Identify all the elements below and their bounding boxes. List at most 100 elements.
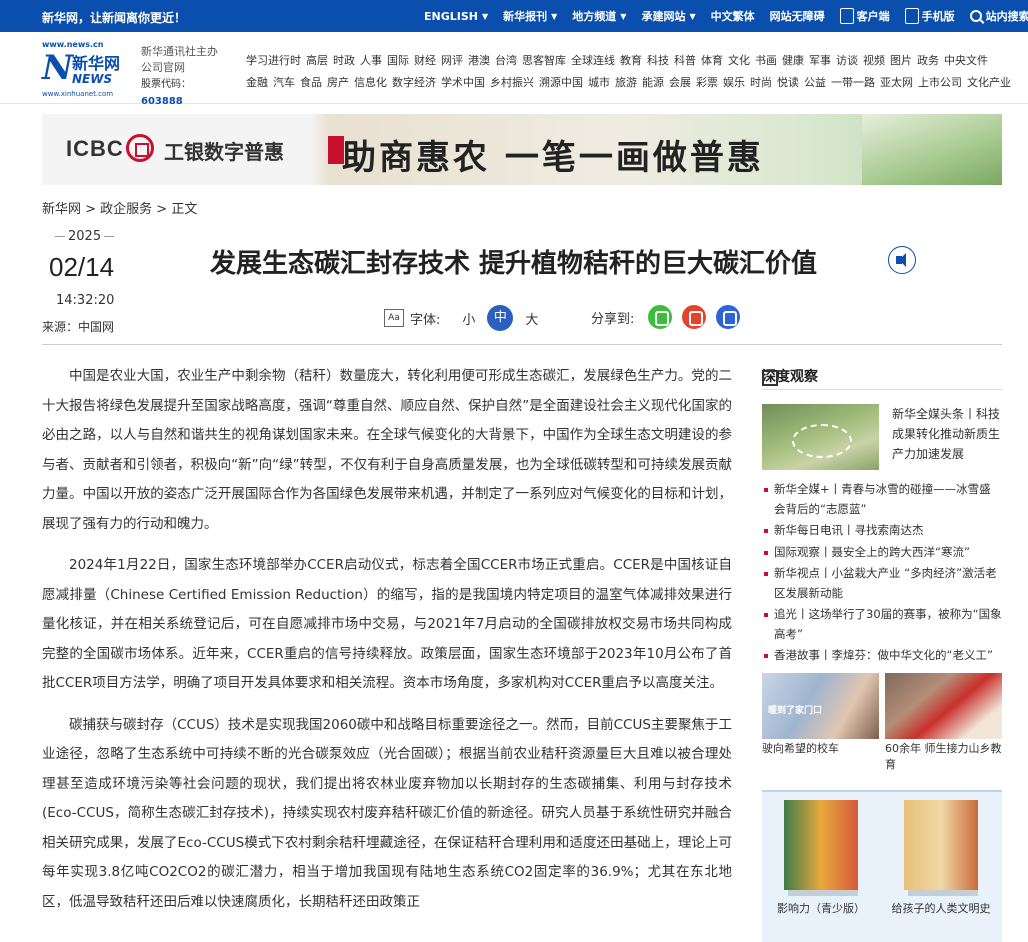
- audio-play-button[interactable]: [888, 246, 916, 274]
- top-story-title[interactable]: 新华全媒头条丨科技成果转化推动新质生产力加速发展: [892, 404, 1004, 464]
- school-bus-image[interactable]: [762, 673, 879, 739]
- channel-link[interactable]: 溯源中国: [539, 72, 583, 94]
- nav-built-sites[interactable]: 承建网站 ▼: [641, 8, 695, 24]
- font-large-button[interactable]: 大: [525, 309, 538, 328]
- channel-nav: 学习进行时 高层 时政 人事 国际 财经 网评 港澳 台湾 思客智库 全球连线 教育 科技 科普 体育 文化书…: [246, 50, 1011, 94]
- channel-link[interactable]: 图片: [890, 50, 912, 72]
- nav-english[interactable]: ENGLISH ▼: [424, 10, 488, 23]
- font-small-button[interactable]: 小: [462, 309, 475, 328]
- list-item[interactable]: 新华视点丨小盆栽大产业 “多肉经济”激活老区发展新动能: [762, 564, 1002, 603]
- nav-client-app[interactable]: 客户端: [839, 8, 890, 24]
- font-medium-button[interactable]: 中: [487, 305, 514, 331]
- channel-link[interactable]: 学术中国: [441, 72, 485, 94]
- channel-link[interactable]: 数字经济: [392, 72, 436, 94]
- book-cover-image[interactable]: [784, 800, 858, 896]
- stock-code[interactable]: 603888: [141, 96, 183, 107]
- book-title[interactable]: 影响力（青少版）: [766, 900, 876, 916]
- photo-item[interactable]: 驶向希望的校车: [762, 673, 879, 773]
- channel-link[interactable]: 访谈: [836, 50, 858, 72]
- list-item[interactable]: 追光丨这场举行了30届的赛事，被称为“国象高考”: [762, 605, 1002, 644]
- channel-link[interactable]: 信息化: [354, 72, 387, 94]
- channel-link[interactable]: 娱乐: [723, 72, 745, 94]
- banner-brand-cn: 工银数字普惠: [164, 140, 284, 164]
- list-item[interactable]: 香港故事丨李煒芬：做中华文化的“老义工”: [762, 646, 1002, 666]
- channel-link[interactable]: 人事: [360, 50, 382, 72]
- book-item[interactable]: 影响力（青少版）: [766, 800, 876, 916]
- list-item[interactable]: 新华全媒+丨青春与冰雪的碰撞——冰雪盛会背后的“志愿蓝”: [762, 480, 1002, 519]
- channel-link[interactable]: 军事: [809, 50, 831, 72]
- mobile-share-icon[interactable]: [716, 305, 741, 329]
- list-item[interactable]: 新华每日电讯丨寻找索南达杰: [762, 521, 1002, 541]
- channel-link[interactable]: 全球连线: [571, 50, 615, 72]
- channel-link[interactable]: 网评: [441, 50, 463, 72]
- photo-caption[interactable]: 60余年 师生接力山乡教育: [885, 741, 1002, 773]
- channel-link[interactable]: 财经: [414, 50, 436, 72]
- channel-link[interactable]: 上市公司: [918, 72, 962, 94]
- channel-link[interactable]: 能源: [642, 72, 664, 94]
- channel-link[interactable]: 旅游: [615, 72, 637, 94]
- top-story-image[interactable]: [762, 404, 879, 470]
- channel-link[interactable]: 国际: [387, 50, 409, 72]
- channel-link[interactable]: 会展: [669, 72, 691, 94]
- channel-link[interactable]: 书画: [755, 50, 777, 72]
- weibo-share-icon[interactable]: [682, 305, 707, 329]
- channel-link[interactable]: 学习进行时: [246, 50, 301, 72]
- channel-link[interactable]: 房产: [327, 72, 349, 94]
- channel-link[interactable]: 科技: [647, 50, 669, 72]
- channel-link[interactable]: 台湾: [495, 50, 517, 72]
- article-year: 2025: [52, 229, 117, 244]
- wechat-share-icon[interactable]: [648, 305, 673, 329]
- channel-link[interactable]: 食品: [300, 72, 322, 94]
- channel-link[interactable]: 汽车: [273, 72, 295, 94]
- channel-link[interactable]: 金融: [246, 72, 268, 94]
- article-source: 来源：中国网: [42, 320, 115, 334]
- site-logo[interactable]: www.news.cn N 新华网 NEWS www.xinhuanet.com: [42, 40, 132, 98]
- channel-link[interactable]: 视频: [863, 50, 885, 72]
- channel-link[interactable]: 思客智库: [522, 50, 566, 72]
- nav-site-search[interactable]: 站内搜索: [969, 8, 1028, 24]
- sidebar-news-list: 新华全媒+丨青春与冰雪的碰撞——冰雪盛会背后的“志愿蓝” 新华每日电讯丨寻找索南…: [762, 480, 1002, 668]
- article-paragraph: 中国是农业大国，农业生产中剩余物（秸秆）数量庞大，转化利用便可形成生态碳汇，发展…: [42, 368, 732, 532]
- channel-link[interactable]: 文化产业: [967, 72, 1011, 94]
- channel-link[interactable]: 悦读: [777, 72, 799, 94]
- channel-link[interactable]: 港澳: [468, 50, 490, 72]
- channel-link[interactable]: 科普: [674, 50, 696, 72]
- channel-link[interactable]: 文化: [728, 50, 750, 72]
- channel-link[interactable]: 亚太网: [880, 72, 913, 94]
- nav-local-channels[interactable]: 地方频道 ▼: [572, 8, 626, 24]
- channel-link[interactable]: 中央文件: [944, 50, 988, 72]
- sidebar-top-story[interactable]: 新华全媒头条丨科技成果转化推动新质生产力加速发展: [762, 404, 1002, 470]
- book-title[interactable]: 给孩子的人类文明史: [886, 900, 996, 916]
- list-item[interactable]: 国际观察丨聂安全上的跨大西洋“寒流”: [762, 543, 1002, 563]
- channel-link[interactable]: 一带一路: [831, 72, 875, 94]
- ad-banner[interactable]: ICBC 工银数字普惠 助商惠农 一笔一画做普惠: [42, 114, 1002, 185]
- channel-link[interactable]: 高层: [306, 50, 328, 72]
- font-size-label: 字体:: [410, 312, 441, 328]
- channel-link[interactable]: 健康: [782, 50, 804, 72]
- phone-icon: [839, 8, 854, 24]
- channel-link[interactable]: 时政: [333, 50, 355, 72]
- channel-link[interactable]: 政务: [917, 50, 939, 72]
- mobile-icon: [904, 8, 919, 24]
- breadcrumb[interactable]: 新华网 > 政企服务 > 正文: [42, 198, 197, 217]
- nav-accessibility[interactable]: 网站无障碍: [770, 8, 825, 24]
- book-icon: [762, 370, 778, 386]
- channel-link[interactable]: 乡村振兴: [490, 72, 534, 94]
- sidebar-photo-row: 驶向希望的校车 60余年 师生接力山乡教育: [762, 673, 1002, 773]
- classroom-image[interactable]: [885, 673, 1002, 739]
- channel-link[interactable]: 教育: [620, 50, 642, 72]
- channel-link[interactable]: 公益: [804, 72, 826, 94]
- channel-link[interactable]: 彩票: [696, 72, 718, 94]
- photo-item[interactable]: 60余年 师生接力山乡教育: [885, 673, 1002, 773]
- book-cover-image[interactable]: [904, 800, 978, 896]
- book-item[interactable]: 给孩子的人类文明史: [886, 800, 996, 916]
- nav-newspapers[interactable]: 新华报刊 ▼: [503, 8, 557, 24]
- nav-traditional-chinese[interactable]: 中文繁体: [711, 8, 755, 24]
- nav-mobile[interactable]: 手机版: [904, 8, 955, 24]
- article-paragraph: 2024年1月22日，国家生态环境部举办CCER启动仪式，标志着全国CCER市场…: [42, 557, 732, 691]
- photo-caption[interactable]: 驶向希望的校车: [762, 741, 879, 757]
- banner-landscape-image: [862, 114, 1002, 185]
- channel-link[interactable]: 体育: [701, 50, 723, 72]
- channel-link[interactable]: 时尚: [750, 72, 772, 94]
- channel-link[interactable]: 城市: [588, 72, 610, 94]
